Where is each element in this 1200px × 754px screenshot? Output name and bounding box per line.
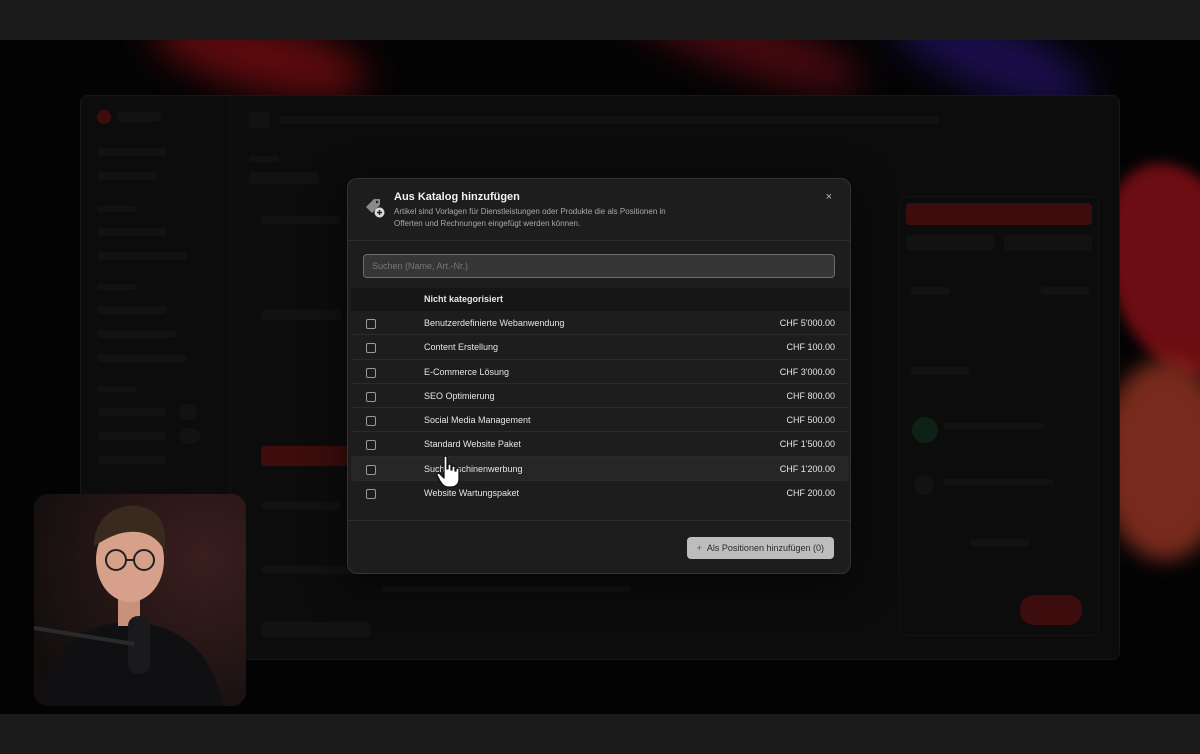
row-checkbox[interactable] <box>366 367 376 378</box>
catalog-table: Nicht kategorisiert Benutzerdefinierte W… <box>351 288 849 505</box>
tag-plus-icon <box>366 199 385 218</box>
catalog-row[interactable]: SEO Optimierung CHF 800.00 <box>351 384 849 409</box>
hand-pointer-icon <box>436 455 460 488</box>
row-checkbox[interactable] <box>366 319 376 329</box>
catalog-modal: Aus Katalog hinzufügen Artikel sind Vorl… <box>347 178 851 574</box>
item-name: Website Wartungspaket <box>424 488 520 499</box>
search-input[interactable] <box>363 254 835 278</box>
close-icon[interactable]: × <box>826 191 832 203</box>
catalog-row[interactable]: Social Media Management CHF 500.00 <box>351 408 849 433</box>
row-checkbox[interactable] <box>366 489 376 500</box>
catalog-row[interactable]: Website Wartungspaket CHF 200.00 <box>351 481 849 505</box>
item-name: SEO Optimierung <box>424 390 495 401</box>
modal-description: Artikel sind Vorlagen für Dienstleistung… <box>394 207 666 228</box>
item-price: CHF 1'200.00 <box>779 463 835 474</box>
item-name: Content Erstellung <box>424 342 499 353</box>
catalog-row[interactable]: Content Erstellung CHF 100.00 <box>351 335 849 360</box>
item-name: Social Media Management <box>424 415 531 426</box>
row-checkbox[interactable] <box>366 416 376 427</box>
row-checkbox[interactable] <box>366 343 376 354</box>
category-header: Nicht kategorisiert <box>351 288 849 311</box>
item-price: CHF 800.00 <box>786 390 835 401</box>
item-price: CHF 100.00 <box>786 342 835 353</box>
row-checkbox[interactable] <box>366 440 376 451</box>
webcam-overlay <box>34 494 246 706</box>
item-name: Benutzerdefinierte Webanwendung <box>424 318 565 328</box>
item-name: Standard Website Paket <box>424 439 521 450</box>
window-top-bar <box>0 0 1200 40</box>
item-price: CHF 5'000.00 <box>779 318 835 328</box>
item-price: CHF 3'000.00 <box>779 366 835 377</box>
catalog-row[interactable]: Benutzerdefinierte Webanwendung CHF 5'00… <box>351 311 849 336</box>
catalog-row[interactable]: Standard Website Paket CHF 1'500.00 <box>351 432 849 457</box>
item-price: CHF 200.00 <box>786 488 835 499</box>
item-name: E-Commerce Lösung <box>424 366 510 377</box>
plus-icon: + <box>696 543 702 553</box>
add-positions-label: Als Positionen hinzufügen (0) <box>706 543 824 553</box>
item-price: CHF 500.00 <box>786 415 835 426</box>
catalog-row[interactable]: E-Commerce Lösung CHF 3'000.00 <box>351 360 849 384</box>
presenter-video <box>34 494 246 706</box>
modal-header: Aus Katalog hinzufügen Artikel sind Vorl… <box>348 179 850 241</box>
window-bottom-bar <box>0 714 1200 754</box>
category-label: Nicht kategorisiert <box>424 294 504 304</box>
footer-divider <box>348 520 850 521</box>
item-price: CHF 1'500.00 <box>779 439 835 450</box>
catalog-row[interactable]: Suchmaschinenwerbung CHF 1'200.00 <box>351 456 849 482</box>
row-checkbox[interactable] <box>366 391 376 402</box>
add-positions-button[interactable]: + Als Positionen hinzufügen (0) <box>686 537 834 559</box>
modal-title: Aus Katalog hinzufügen <box>394 191 520 203</box>
row-checkbox[interactable] <box>366 464 376 475</box>
